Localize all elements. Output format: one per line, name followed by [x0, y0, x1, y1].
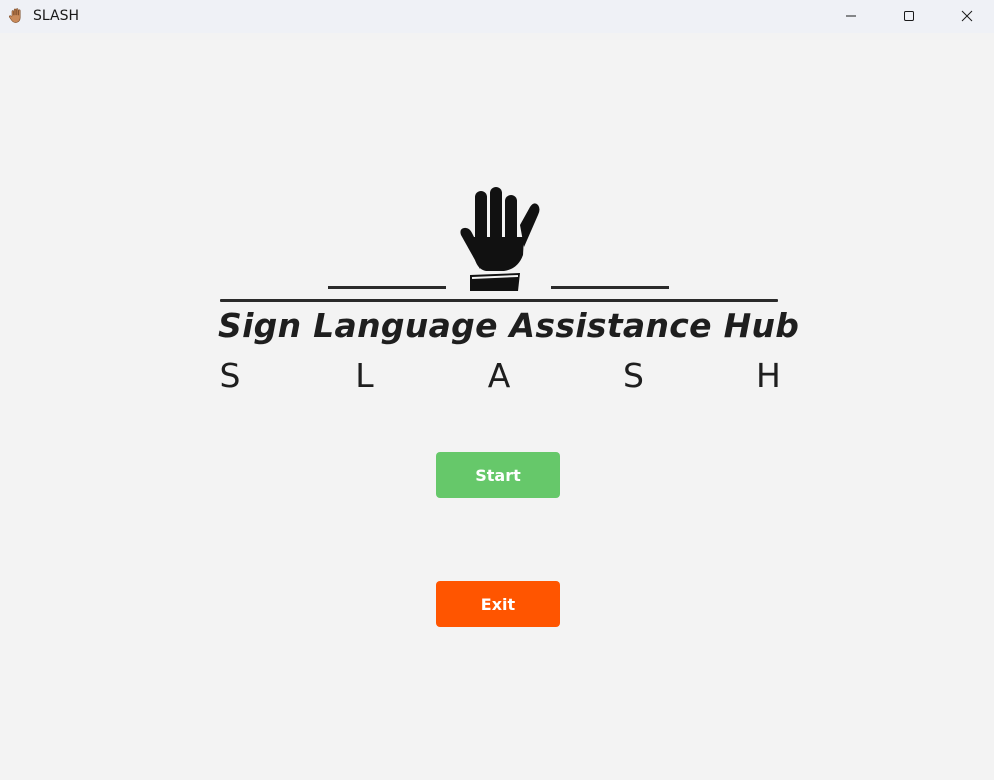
acronym-letter: S	[623, 356, 644, 395]
exit-button-label: Exit	[480, 594, 516, 614]
acronym-letter: H	[756, 356, 781, 395]
logo-right-rule	[551, 286, 669, 289]
acronym-letter: L	[355, 356, 374, 395]
app-window: SLASH Sign Language Assistance Hub S L A…	[0, 0, 994, 780]
logo-divider	[220, 299, 778, 302]
logo-title: Sign Language Assistance Hub	[218, 306, 800, 345]
acronym-letter: A	[487, 356, 511, 395]
start-button-label: Start	[475, 465, 521, 485]
minimize-button[interactable]	[822, 0, 880, 33]
title-bar[interactable]: SLASH	[0, 0, 994, 33]
close-button[interactable]	[938, 0, 994, 33]
maximize-button[interactable]	[880, 0, 938, 33]
start-button[interactable]: Start	[436, 452, 560, 498]
hand-icon	[8, 7, 26, 25]
raised-hand-icon	[460, 187, 540, 291]
minimize-icon	[845, 7, 857, 26]
exit-button[interactable]: Exit	[436, 581, 560, 627]
close-icon	[961, 7, 973, 26]
logo-acronym: S L A S H	[218, 356, 781, 395]
acronym-letter: S	[219, 356, 241, 395]
maximize-icon	[903, 7, 915, 26]
logo-left-rule	[328, 286, 446, 289]
window-title: SLASH	[33, 8, 79, 24]
